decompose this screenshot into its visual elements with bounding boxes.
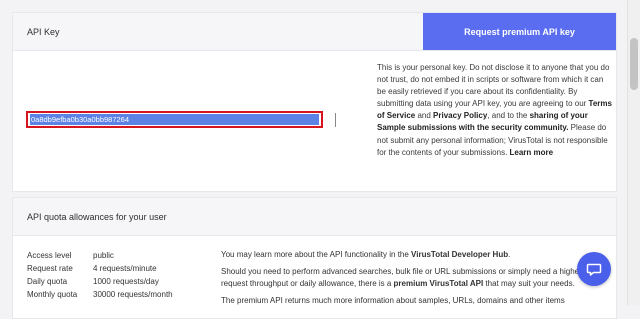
api-key-header: API Key Request premium API key [13,13,616,51]
desc-text-2: and [415,111,434,121]
quota-row: Daily quota 1000 requests/day [27,275,173,288]
chat-button[interactable] [577,252,611,286]
api-quota-panel: API quota allowances for your user Acces… [12,197,617,319]
page-scrollbar[interactable] [627,0,640,305]
info-text: You may learn more about the API functio… [221,250,412,259]
quota-label: Monthly quota [27,290,78,299]
learn-more-link[interactable]: Learn more [510,148,554,157]
quota-label: Request rate [27,264,73,273]
quota-table: Access level public Request rate 4 request… [27,249,173,301]
info-text: that may suit your needs. [483,279,575,288]
quota-value: public [93,251,114,260]
api-key-field[interactable]: 0a8db9efba0b30a0bb987264 [26,111,323,128]
api-key-description: This is your personal key. Do not disclo… [377,62,612,159]
info-paragraph: The premium API returns much more inform… [221,295,601,308]
privacy-policy-link[interactable]: Privacy Policy [433,111,487,120]
premium-api-link[interactable]: premium VirusTotal API [394,279,484,288]
chat-bubble-icon [586,263,602,276]
quota-row: Access level public [27,249,173,262]
info-text: The premium API returns much more inform… [221,295,565,305]
request-premium-api-key-button[interactable]: Request premium API key [423,13,616,50]
api-key-panel: API Key Request premium API key 0a8db9ef… [12,12,617,192]
api-key-value[interactable]: 0a8db9efba0b30a0bb987264 [30,114,319,125]
api-info-text: You may learn more about the API functio… [221,249,601,311]
scrollbar-thumb[interactable] [630,38,638,90]
text-caret [335,113,336,127]
info-text: . [508,250,511,259]
quota-row: Monthly quota 30000 requests/month [27,288,173,301]
quota-value: 1000 requests/day [93,277,159,286]
api-key-title: API Key [27,27,60,37]
info-paragraph: You may learn more about the API functio… [221,249,601,262]
quota-label: Access level [27,251,72,260]
desc-text-1: This is your personal key. Do not disclo… [377,63,610,109]
quota-value: 4 requests/minute [93,264,157,273]
quota-label: Daily quota [27,277,68,286]
desc-text-3: , and to the [487,111,530,121]
quota-row: Request rate 4 requests/minute [27,262,173,275]
api-quota-title: API quota allowances for your user [27,212,167,222]
info-paragraph: Should you need to perform advanced sear… [221,266,601,291]
developer-hub-link[interactable]: VirusTotal Developer Hub [411,250,508,259]
api-quota-header: API quota allowances for your user [13,198,616,236]
quota-value: 30000 requests/month [93,290,173,299]
